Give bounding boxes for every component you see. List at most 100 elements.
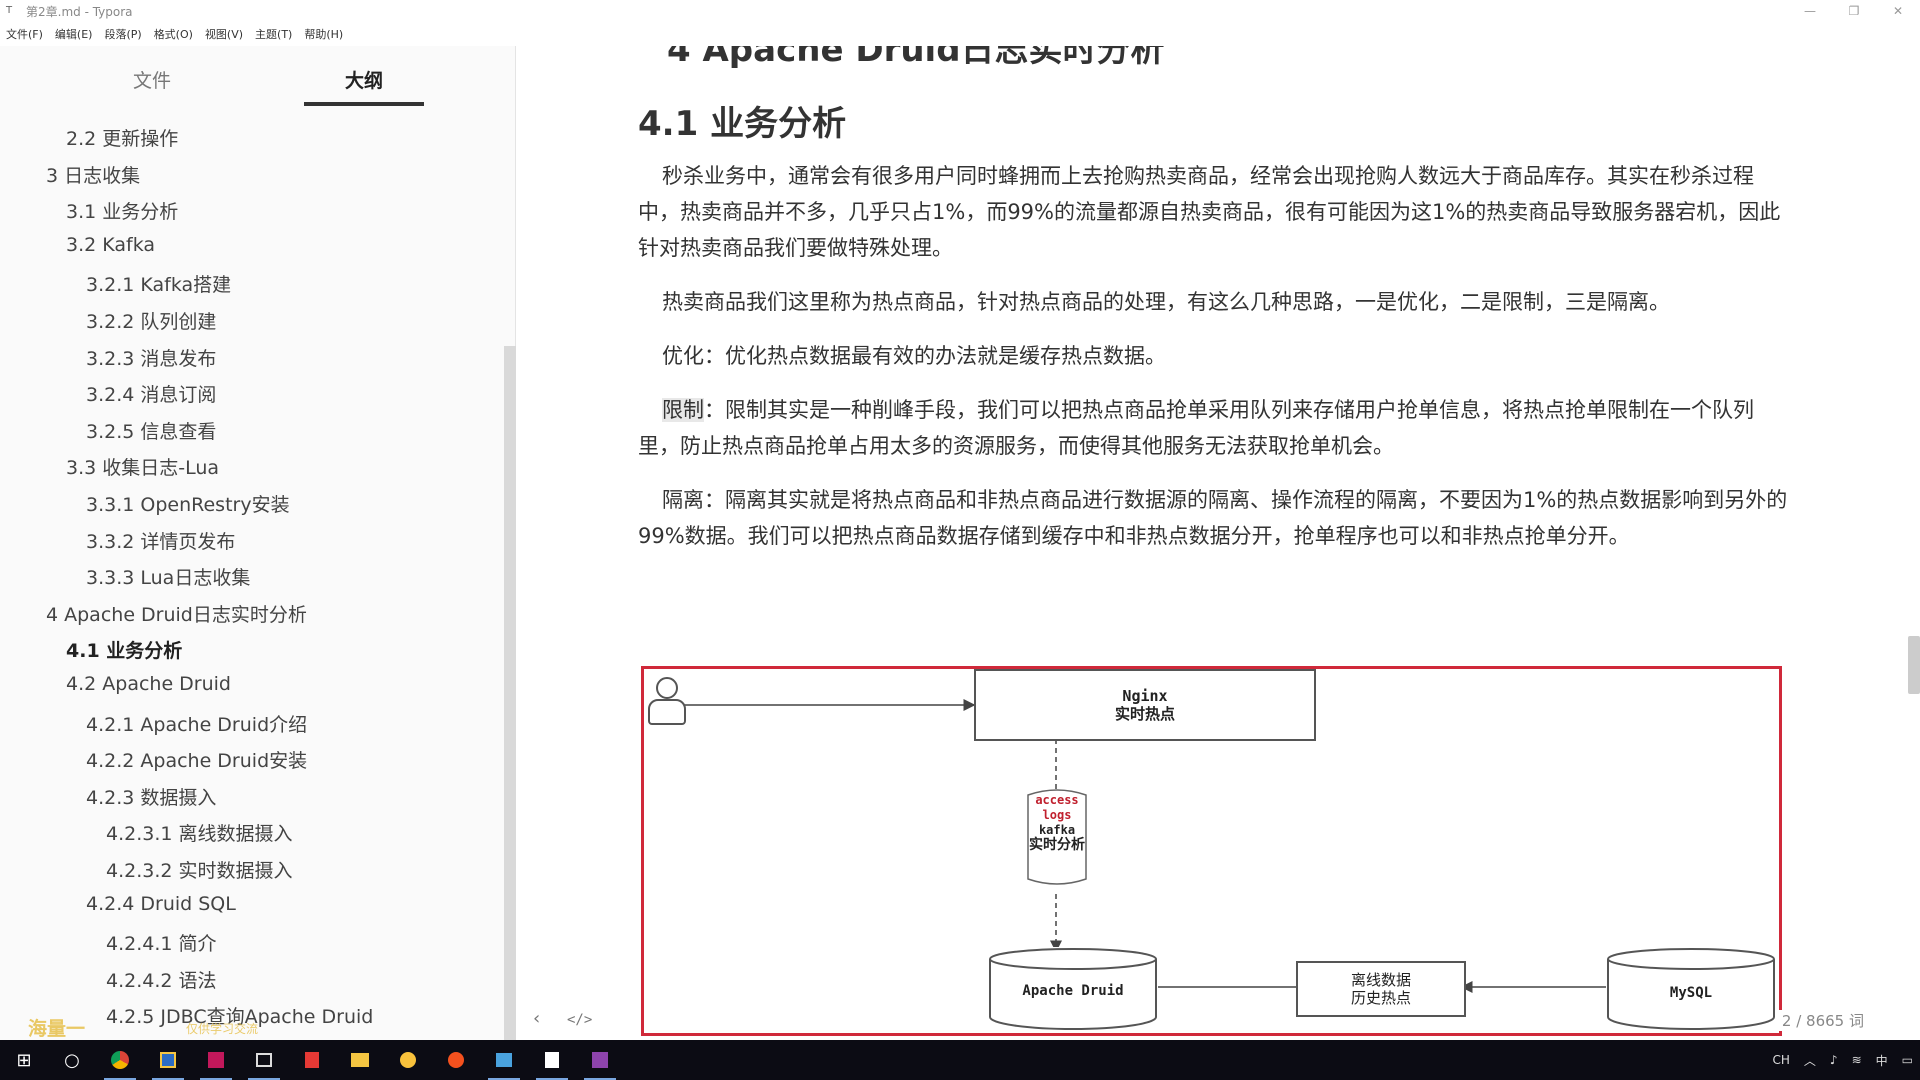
kafka-analysis-label: 实时分析 <box>1029 837 1085 853</box>
outline-item[interactable]: 4.2.3.1 离线数据摄入 <box>106 819 293 846</box>
editor-pane[interactable]: 4 Apache Druid日志实时分析 4.1 业务分析 秒杀业务中，通常会有… <box>517 46 1920 1040</box>
watermark-text: 海量一 <box>28 1018 86 1040</box>
menu-help[interactable]: 帮助(H) <box>304 26 343 42</box>
paragraph-limit-text: ：限制其实是一种削峰手段，我们可以把热点商品抢单采用队列来存储用户抢单信息，将热… <box>638 398 1754 458</box>
outline-item[interactable]: 4.2.2 Apache Druid安装 <box>86 746 307 773</box>
paragraph-isolate[interactable]: 隔离：隔离其实就是将热点商品和非热点商品进行数据源的隔离、操作流程的隔离，不要因… <box>638 482 1788 554</box>
chevron-left-icon[interactable]: ‹ <box>533 1008 540 1029</box>
outline-item[interactable]: 4.2.3 数据摄入 <box>86 783 216 810</box>
yellow-app-icon[interactable] <box>384 1040 432 1080</box>
network-icon[interactable]: ≋ <box>1852 1053 1862 1067</box>
outline-item[interactable]: 4.2.3.2 实时数据摄入 <box>106 856 293 883</box>
nginx-label: Nginx <box>1122 687 1168 705</box>
sidebar-tabs: 文件 大纲 <box>0 46 515 110</box>
chrome-icon[interactable] <box>96 1040 144 1080</box>
paragraph-optimize-text: 优化：优化热点数据最有效的办法就是缓存热点数据。 <box>662 344 1166 368</box>
outline-item[interactable]: 3 日志收集 <box>46 161 140 188</box>
paragraph-hotspot-text: 热卖商品我们这里称为热点商品，针对热点商品的处理，有这么几种思路，一是优化，二是… <box>662 290 1670 314</box>
kafka-label: kafka <box>1038 823 1076 837</box>
nginx-sublabel: 实时热点 <box>1114 705 1175 723</box>
outline-item[interactable]: 3.1 业务分析 <box>66 197 178 224</box>
paragraph-isolate-text: 隔离：隔离其实就是将热点商品和非热点商品进行数据源的隔离、操作流程的隔离，不要因… <box>638 488 1788 548</box>
paragraph-intro-text: 秒杀业务中，通常会有很多用户同时蜂拥而上去抢购热卖商品，经常会出现抢购人数远大于… <box>638 164 1781 260</box>
notification-icon[interactable]: ▭ <box>1902 1053 1913 1067</box>
outline-item[interactable]: 4.2.4.1 简介 <box>106 929 217 956</box>
editor-footer: ‹ </> 2 / 8665 词 <box>517 1006 1920 1038</box>
outline-item[interactable]: 4.2.1 Apache Druid介绍 <box>86 710 307 737</box>
ime-indicator[interactable]: CH <box>1772 1053 1789 1067</box>
windows-start-icon[interactable]: ⊞ <box>0 1040 48 1080</box>
close-button[interactable]: ✕ <box>1876 0 1920 22</box>
kafka-logs-label: logs <box>1042 808 1072 822</box>
paragraph-optimize[interactable]: 优化：优化热点数据最有效的办法就是缓存热点数据。 <box>638 338 1788 374</box>
kafka-node: access logs kafka 实时分析 <box>1026 789 1088 889</box>
sidebar-scrollbar[interactable] <box>504 346 516 1046</box>
paragraph-intro[interactable]: 秒杀业务中，通常会有很多用户同时蜂拥而上去抢购热卖商品，经常会出现抢购人数远大于… <box>638 158 1788 266</box>
watermark-subtext: 仅供学习交流 <box>186 1022 259 1036</box>
window-title: 第2章.md - Typora <box>26 4 133 19</box>
orange-app-icon[interactable] <box>432 1040 480 1080</box>
highlighted-word: 限制 <box>662 398 704 422</box>
outline-item[interactable]: 2.2 更新操作 <box>66 124 178 151</box>
menu-format[interactable]: 格式(O) <box>154 26 193 42</box>
outline-item[interactable]: 4 Apache Druid日志实时分析 <box>46 600 307 627</box>
outline-item[interactable]: 3.2.3 消息发布 <box>86 344 216 371</box>
menu-edit[interactable]: 编辑(E) <box>55 26 93 42</box>
outline-item[interactable]: 4.2.4 Druid SQL <box>86 893 236 915</box>
taskbar: ⊞ ○ CH ︿ ♪ ≋ 中 ▭ <box>0 1040 1920 1080</box>
tab-outline[interactable]: 大纲 <box>304 66 424 93</box>
paragraph-limit[interactable]: 限制：限制其实是一种削峰手段，我们可以把热点商品抢单采用队列来存储用户抢单信息，… <box>638 392 1788 464</box>
sidebar: 文件 大纲 2.2 更新操作 3 日志收集 3.1 业务分析 3.2 Kafka 3.2… <box>0 46 516 1046</box>
outline-item[interactable]: 4.2 Apache Druid <box>66 673 231 695</box>
menu-bar: 文件(F) 编辑(E) 段落(P) 格式(O) 视图(V) 主题(T) 帮助(H… <box>0 22 1920 46</box>
menu-theme[interactable]: 主题(T) <box>255 26 292 42</box>
folder-icon[interactable] <box>336 1040 384 1080</box>
tab-files[interactable]: 文件 <box>92 66 212 93</box>
restore-button[interactable]: ❐ <box>1832 0 1876 22</box>
purple-app-icon[interactable] <box>576 1040 624 1080</box>
kafka-access-label: access <box>1035 793 1079 807</box>
outline-item[interactable]: 4.2.4.2 语法 <box>106 966 217 993</box>
outline-item[interactable]: 3.2.1 Kafka搭建 <box>86 270 231 297</box>
menu-view[interactable]: 视图(V) <box>205 26 243 42</box>
outline-item[interactable]: 4.1 业务分析 <box>66 636 182 663</box>
outline-item[interactable]: 3.3.2 详情页发布 <box>86 527 235 554</box>
offline-sublabel: 历史热点 <box>1350 989 1411 1007</box>
active-tab-indicator <box>304 102 424 106</box>
architecture-diagram[interactable]: Nginx 实时热点 access logs kafka 实时分析 Apache… <box>641 666 1782 1036</box>
user-icon <box>646 677 686 729</box>
outline-item[interactable]: 3.2.2 队列创建 <box>86 307 216 334</box>
menu-file[interactable]: 文件(F) <box>6 26 43 42</box>
outline-item[interactable]: 3.2.5 信息查看 <box>86 417 216 444</box>
caret-up-icon[interactable]: ︿ <box>1804 1052 1816 1069</box>
app-icon[interactable] <box>144 1040 192 1080</box>
typora-taskbar-icon[interactable] <box>528 1040 576 1080</box>
language-indicator[interactable]: 中 <box>1876 1052 1888 1069</box>
outline-item[interactable]: 3.3.1 OpenRestry安装 <box>86 490 290 517</box>
mysql-label: MySQL <box>1669 985 1713 1001</box>
section-heading-partial: 4 Apache Druid日志实时分析 <box>667 46 1165 70</box>
editor-app-icon[interactable] <box>192 1040 240 1080</box>
title-bar: T 第2章.md - Typora — ❐ ✕ <box>0 0 1920 22</box>
editor-scrollbar[interactable] <box>1908 636 1920 694</box>
system-tray: CH ︿ ♪ ≋ 中 ▭ <box>1765 1040 1920 1080</box>
menu-paragraph[interactable]: 段落(P) <box>104 26 141 42</box>
volume-icon[interactable]: ♪ <box>1830 1053 1838 1067</box>
word-count[interactable]: 2 / 8665 词 <box>1777 1010 1868 1031</box>
code-icon[interactable]: </> <box>567 1012 592 1028</box>
outline-item[interactable]: 3.3.3 Lua日志收集 <box>86 563 250 590</box>
minimize-button[interactable]: — <box>1788 0 1832 22</box>
offline-label: 离线数据 <box>1350 971 1411 989</box>
typora-app-icon: T <box>6 5 13 16</box>
search-icon[interactable]: ○ <box>48 1040 96 1080</box>
outline-item[interactable]: 3.2.4 消息订阅 <box>86 380 216 407</box>
outline-item[interactable]: 3.3 收集日志-Lua <box>66 453 219 480</box>
window-app-icon[interactable] <box>240 1040 288 1080</box>
outline-item[interactable]: 3.2 Kafka <box>66 234 155 256</box>
paragraph-hotspot[interactable]: 热卖商品我们这里称为热点商品，针对热点商品的处理，有这么几种思路，一是优化，二是… <box>638 284 1788 320</box>
red-app-icon[interactable] <box>288 1040 336 1080</box>
nginx-box: Nginx 实时热点 <box>974 669 1316 741</box>
page-title[interactable]: 4.1 业务分析 <box>638 96 846 145</box>
explorer-app-icon[interactable] <box>480 1040 528 1080</box>
druid-label: Apache Druid <box>1022 983 1124 999</box>
